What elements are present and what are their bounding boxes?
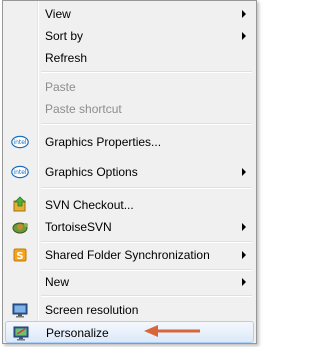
tortoise-icon (12, 222, 28, 234)
submenu-arrow-icon (242, 278, 246, 286)
menu-separator (41, 71, 252, 73)
menu-item-label: Sort by (45, 29, 84, 43)
menu-item-refresh[interactable]: Refresh (5, 47, 254, 69)
sync-icon: S (13, 248, 27, 262)
menu-item-label: Personalize (46, 326, 109, 340)
intel-logo-icon: intel (11, 165, 29, 179)
menu-item-label: TortoiseSVN (45, 220, 112, 234)
submenu-arrow-icon (242, 32, 246, 40)
monitor-icon (12, 303, 28, 318)
intel-badge-text: intel (13, 169, 27, 176)
submenu-arrow-icon (242, 10, 246, 18)
menu-item-paste: Paste (5, 76, 254, 98)
menu-item-paste-shortcut: Paste shortcut (5, 98, 254, 120)
menu-item-label: Graphics Properties... (45, 135, 162, 149)
menu-item-graphics-options[interactable]: intel Graphics Options (5, 161, 254, 183)
desktop-context-menu: View Sort by Refresh Paste Paste shortcu… (2, 0, 257, 344)
menu-item-label: Screen resolution (45, 303, 139, 317)
menu-item-label: New (45, 275, 70, 289)
menu-separator (41, 241, 252, 243)
personalize-icon (13, 326, 29, 341)
menu-item-label: View (45, 7, 71, 21)
svn-checkout-icon (13, 196, 26, 212)
submenu-arrow-icon (242, 251, 246, 259)
menu-item-tortoisesvn[interactable]: TortoiseSVN (5, 216, 254, 238)
menu-item-label: Shared Folder Synchronization (45, 248, 210, 262)
svg-text:S: S (16, 251, 23, 262)
submenu-arrow-icon (242, 168, 246, 176)
menu-item-view[interactable]: View (5, 3, 254, 25)
menu-separator (41, 295, 252, 297)
menu-item-label: Paste (45, 80, 76, 94)
menu-item-new[interactable]: New (5, 271, 254, 293)
menu-item-label: Refresh (45, 51, 88, 65)
menu-separator (41, 187, 252, 189)
menu-separator (41, 123, 252, 125)
menu-item-label: Paste shortcut (45, 102, 122, 116)
intel-logo-icon: intel (11, 135, 29, 149)
menu-item-personalize[interactable]: Personalize (5, 321, 254, 343)
intel-badge-text: intel (13, 139, 27, 146)
menu-item-sort-by[interactable]: Sort by (5, 25, 254, 47)
menu-item-shared-folder-sync[interactable]: S Shared Folder Synchronization (5, 244, 254, 266)
menu-item-svn-checkout[interactable]: SVN Checkout... (5, 194, 254, 216)
menu-item-graphics-properties[interactable]: intel Graphics Properties... (5, 131, 254, 153)
menu-item-screen-resolution[interactable]: Screen resolution (5, 299, 254, 321)
menu-item-label: Graphics Options (45, 165, 138, 179)
callout-arrow-icon (144, 325, 200, 337)
submenu-arrow-icon (242, 223, 246, 231)
menu-item-label: SVN Checkout... (45, 198, 134, 212)
